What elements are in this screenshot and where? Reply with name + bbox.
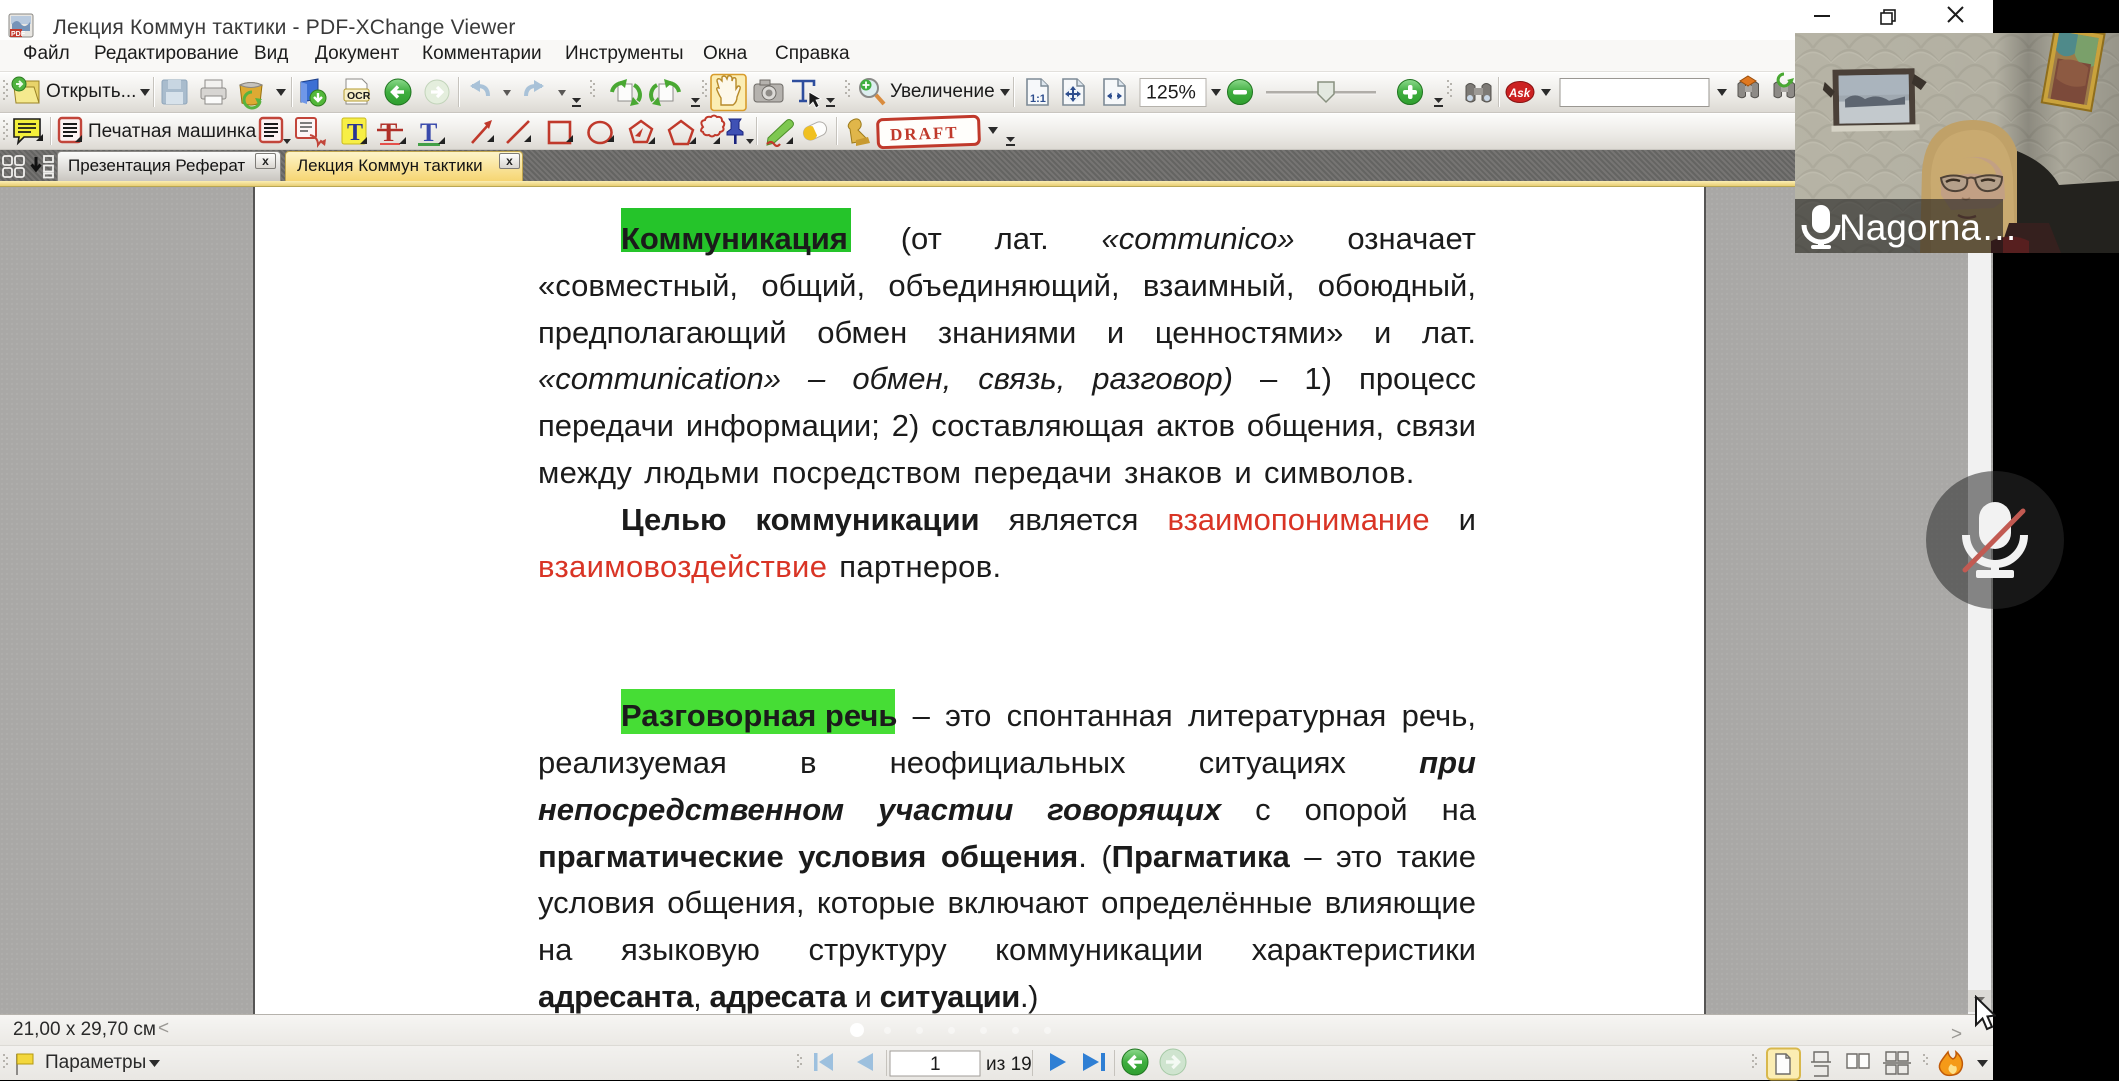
svg-text:1: 1 (930, 1054, 941, 1075)
svg-text:1:1: 1:1 (1030, 93, 1046, 105)
svg-text:OCR: OCR (347, 90, 371, 102)
svg-text:PDF: PDF (11, 31, 26, 38)
svg-text:T: T (347, 120, 363, 146)
svg-text:125%: 125% (1146, 82, 1196, 104)
svg-text:Т: Т (380, 118, 397, 147)
svg-text:DRAFT: DRAFT (890, 123, 959, 144)
svg-text:T: T (420, 118, 437, 147)
svg-text:Nagorna…: Nagorna… (1839, 207, 2018, 248)
svg-text:из 19: из 19 (986, 1054, 1032, 1075)
svg-text:Ask: Ask (1508, 88, 1531, 100)
